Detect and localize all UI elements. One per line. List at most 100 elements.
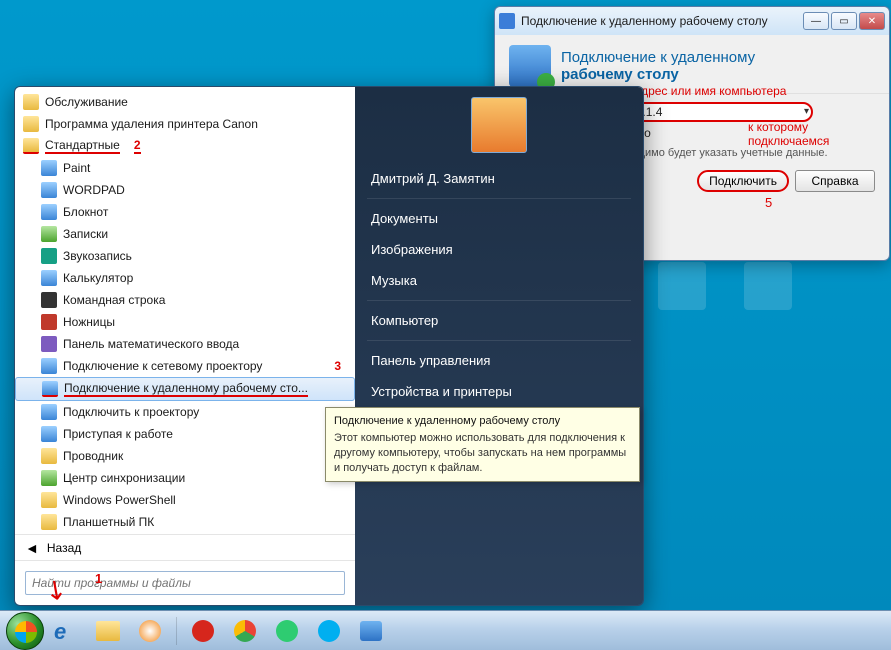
app-icon — [41, 182, 57, 198]
start-menu: Обслуживание Программа удаления принтера … — [14, 86, 644, 606]
taskbar-explorer[interactable] — [88, 616, 128, 646]
program-item[interactable]: Стандартные 2 — [15, 135, 355, 157]
annotation-2-number: 2 — [134, 138, 141, 154]
tooltip: Подключение к удаленному рабочему столу … — [325, 407, 640, 482]
close-button[interactable]: ✕ — [859, 12, 885, 30]
program-item[interactable]: Калькулятор — [15, 267, 355, 289]
taskbar: e — [0, 610, 891, 650]
minimize-button[interactable]: — — [803, 12, 829, 30]
maximize-button[interactable]: ▭ — [831, 12, 857, 30]
program-item[interactable]: Paint — [15, 157, 355, 179]
chevron-down-icon[interactable]: ▾ — [804, 106, 809, 117]
program-item[interactable]: Звукозапись — [15, 245, 355, 267]
program-label: Панель математического ввода — [63, 337, 239, 351]
folder-icon — [23, 94, 39, 110]
program-item[interactable]: Панель математического ввода — [15, 333, 355, 355]
taskbar-separator — [176, 617, 177, 645]
program-label: Центр синхронизации — [63, 471, 185, 485]
user-avatar[interactable] — [471, 97, 527, 153]
rdc-titlebar[interactable]: Подключение к удаленному рабочему столу … — [495, 7, 889, 35]
program-label: Калькулятор — [63, 271, 133, 285]
app-icon — [41, 426, 57, 442]
program-label: Планшетный ПК — [63, 515, 154, 529]
places-list: Дмитрий Д. Замятин ДокументыИзображенияМу… — [355, 163, 643, 407]
program-item[interactable]: Windows PowerShell — [15, 489, 355, 511]
program-label: Программа удаления принтера Canon — [45, 117, 258, 131]
places-item[interactable]: Документы — [355, 203, 643, 234]
app-icon — [41, 204, 57, 220]
start-menu-left: Обслуживание Программа удаления принтера … — [15, 87, 355, 605]
program-label: Проводник — [63, 449, 123, 463]
program-item[interactable]: Подключить к проектору — [15, 401, 355, 423]
program-label: Стандартные — [45, 138, 120, 154]
places-item[interactable]: Компьютер — [355, 305, 643, 336]
help-button[interactable]: Справка — [795, 170, 875, 192]
program-label: Paint — [63, 161, 90, 175]
folder-icon — [23, 116, 39, 132]
places-item[interactable]: Музыка — [355, 265, 643, 296]
user-name[interactable]: Дмитрий Д. Замятин — [355, 163, 643, 194]
connect-button[interactable]: Подключить — [697, 170, 789, 192]
program-label: WORDPAD — [63, 183, 125, 197]
program-label: Подключение к сетевому проектору — [63, 359, 262, 373]
program-label: Приступая к работе — [63, 427, 173, 441]
tooltip-title: Подключение к удаленному рабочему столу — [334, 414, 631, 429]
program-item[interactable]: Блокнот — [15, 201, 355, 223]
program-item[interactable]: Программа удаления принтера Canon — [15, 113, 355, 135]
program-item[interactable]: Записки — [15, 223, 355, 245]
program-label: Подключение к удаленному рабочему сто... — [64, 381, 308, 397]
program-item[interactable]: Центр синхронизации — [15, 467, 355, 489]
purple-icon — [41, 336, 57, 352]
annotation-1-number: 1 — [95, 571, 102, 586]
divider — [367, 300, 631, 301]
folder-icon — [23, 138, 39, 154]
taskbar-media-player[interactable] — [130, 616, 170, 646]
program-label: Windows PowerShell — [63, 493, 176, 507]
start-orb[interactable] — [6, 612, 44, 650]
places-item[interactable]: Устройства и принтеры — [355, 376, 643, 407]
program-list[interactable]: Обслуживание Программа удаления принтера … — [15, 87, 355, 534]
start-menu-right: Дмитрий Д. Замятин ДокументыИзображенияМу… — [355, 87, 643, 605]
folder-icon — [41, 492, 57, 508]
back-arrow-icon: ◄ — [25, 540, 39, 556]
program-item[interactable]: Подключение к удаленному рабочему сто... — [15, 377, 355, 401]
rdc-title: Подключение к удаленному рабочему столу — [521, 14, 768, 28]
app-icon — [41, 404, 57, 420]
app-icon — [41, 358, 57, 374]
program-item[interactable]: WORDPAD — [15, 179, 355, 201]
taskbar-opera[interactable] — [183, 616, 223, 646]
annotation-5-number: 5 — [765, 195, 772, 210]
program-item[interactable]: Планшетный ПК — [15, 511, 355, 533]
tooltip-body: Этот компьютер можно использовать для по… — [334, 431, 631, 476]
taskbar-rdc[interactable] — [351, 616, 391, 646]
program-label: Обслуживание — [45, 95, 128, 109]
program-item[interactable]: Обслуживание — [15, 91, 355, 113]
program-label: Ножницы — [63, 315, 115, 329]
places-item[interactable]: Изображения — [355, 234, 643, 265]
program-label: Командная строка — [63, 293, 165, 307]
program-label: Звукозапись — [63, 249, 132, 263]
folder-icon — [41, 448, 57, 464]
program-item[interactable]: Командная строка — [15, 289, 355, 311]
program-item[interactable]: Подключение к сетевому проектору3 — [15, 355, 355, 377]
taskbar-ie[interactable]: e — [46, 616, 86, 646]
program-item[interactable]: Приступая к работе — [15, 423, 355, 445]
rdc-title-icon — [499, 13, 515, 29]
rdc-heading: Подключение к удаленному рабочему столу — [561, 49, 755, 84]
green-icon — [41, 470, 57, 486]
back-button[interactable]: ◄ Назад — [15, 534, 355, 560]
app-icon — [41, 160, 57, 176]
dark-icon — [41, 292, 57, 308]
program-item[interactable]: Ножницы — [15, 311, 355, 333]
taskbar-mail[interactable] — [267, 616, 307, 646]
program-item[interactable]: Проводник — [15, 445, 355, 467]
taskbar-skype[interactable] — [309, 616, 349, 646]
places-item[interactable]: Панель управления — [355, 345, 643, 376]
app-icon — [41, 270, 57, 286]
rdc-big-icon — [509, 45, 551, 87]
taskbar-chrome[interactable] — [225, 616, 265, 646]
program-label: Блокнот — [63, 205, 108, 219]
red-icon — [41, 314, 57, 330]
annotation-target-text: к которому подключаемся — [748, 120, 891, 148]
program-label: Записки — [63, 227, 108, 241]
